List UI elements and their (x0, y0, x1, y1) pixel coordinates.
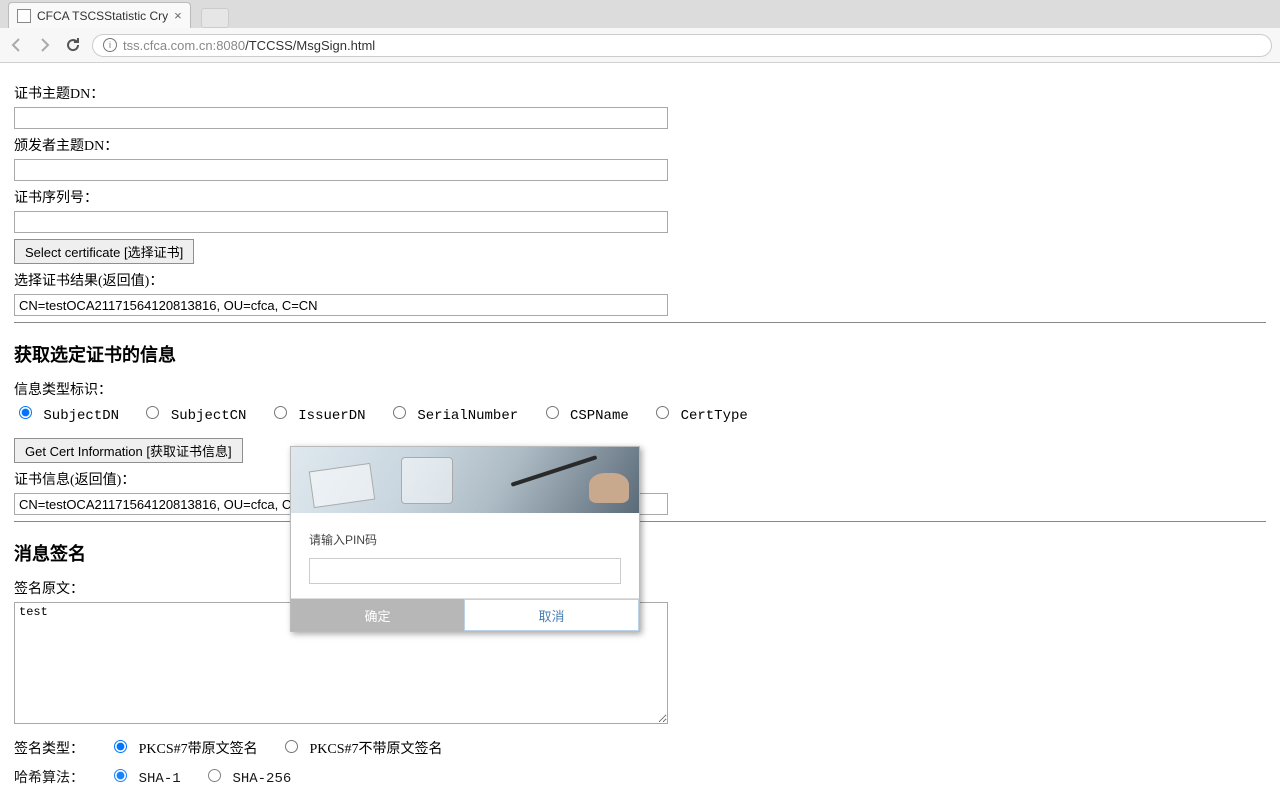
pin-input[interactable] (309, 558, 621, 584)
issuer-dn-input[interactable] (14, 159, 668, 181)
dialog-cancel-button[interactable]: 取消 (464, 599, 639, 631)
address-bar[interactable]: i tss.cfca.com.cn:8080/TCCSS/MsgSign.htm… (92, 34, 1272, 57)
cert-info-result-label: 证书信息(返回值)： (14, 469, 1266, 489)
page-content: 证书主题DN： 颁发者主题DN： 证书序列号： Select certifica… (0, 63, 1280, 809)
tab-title: CFCA TSCSStatistic Cry (37, 9, 168, 23)
browser-toolbar: i tss.cfca.com.cn:8080/TCCSS/MsgSign.htm… (0, 28, 1280, 62)
serial-input[interactable] (14, 211, 668, 233)
sigtype-label: 签名类型： (14, 742, 84, 757)
pin-prompt-label: 请输入PIN码 (309, 531, 621, 548)
sign-source-label: 签名原文： (14, 578, 1266, 598)
pin-dialog: 请输入PIN码 确定 取消 (290, 446, 640, 632)
issuer-dn-label: 颁发者主题DN： (14, 135, 1266, 155)
subject-dn-input[interactable] (14, 107, 668, 129)
dialog-banner-image (291, 447, 639, 513)
reload-button[interactable] (64, 36, 82, 54)
infotype-label: 信息类型标识： (14, 379, 1266, 399)
radio-subjectdn[interactable]: SubjectDN (14, 408, 119, 424)
radio-sha256[interactable]: SHA-256 (203, 771, 291, 787)
divider (14, 521, 1266, 522)
hash-label: 哈希算法： (14, 771, 84, 786)
url-host: tss.cfca.com.cn:8080/TCCSS/MsgSign.html (123, 38, 375, 53)
cert-info-heading: 获取选定证书的信息 (14, 341, 1266, 367)
radio-sha1[interactable]: SHA-1 (109, 771, 180, 787)
site-info-icon[interactable]: i (103, 38, 117, 52)
new-tab-button[interactable] (201, 8, 229, 28)
sign-heading: 消息签名 (14, 540, 1266, 566)
select-certificate-button[interactable]: Select certificate [选择证书] (14, 239, 194, 264)
radio-subjectcn[interactable]: SubjectCN (141, 408, 246, 424)
radio-pkcs7-detached[interactable]: PKCS#7不带原文签名 (280, 742, 442, 758)
forward-button[interactable] (36, 36, 54, 54)
back-button[interactable] (8, 36, 26, 54)
divider (14, 322, 1266, 323)
radio-pkcs7-attached[interactable]: PKCS#7带原文签名 (109, 742, 257, 758)
select-result-label: 选择证书结果(返回值)： (14, 270, 1266, 290)
radio-issuerdn[interactable]: IssuerDN (269, 408, 366, 424)
tab-bar: CFCA TSCSStatistic Cry × (0, 0, 1280, 28)
browser-chrome: CFCA TSCSStatistic Cry × i tss.cfca.com.… (0, 0, 1280, 63)
select-result-input[interactable] (14, 294, 668, 316)
dialog-ok-button[interactable]: 确定 (291, 599, 464, 631)
page-favicon-icon (17, 9, 31, 23)
browser-tab[interactable]: CFCA TSCSStatistic Cry × (8, 2, 191, 28)
tab-close-icon[interactable]: × (174, 8, 182, 23)
radio-certtype[interactable]: CertType (651, 408, 748, 424)
infotype-radio-group: SubjectDN SubjectCN IssuerDN SerialNumbe… (14, 403, 1266, 424)
radio-serialnumber[interactable]: SerialNumber (388, 408, 518, 424)
subject-dn-label: 证书主题DN： (14, 83, 1266, 103)
radio-cspname[interactable]: CSPName (541, 408, 629, 424)
get-cert-info-button[interactable]: Get Cert Information [获取证书信息] (14, 438, 243, 463)
serial-label: 证书序列号： (14, 187, 1266, 207)
